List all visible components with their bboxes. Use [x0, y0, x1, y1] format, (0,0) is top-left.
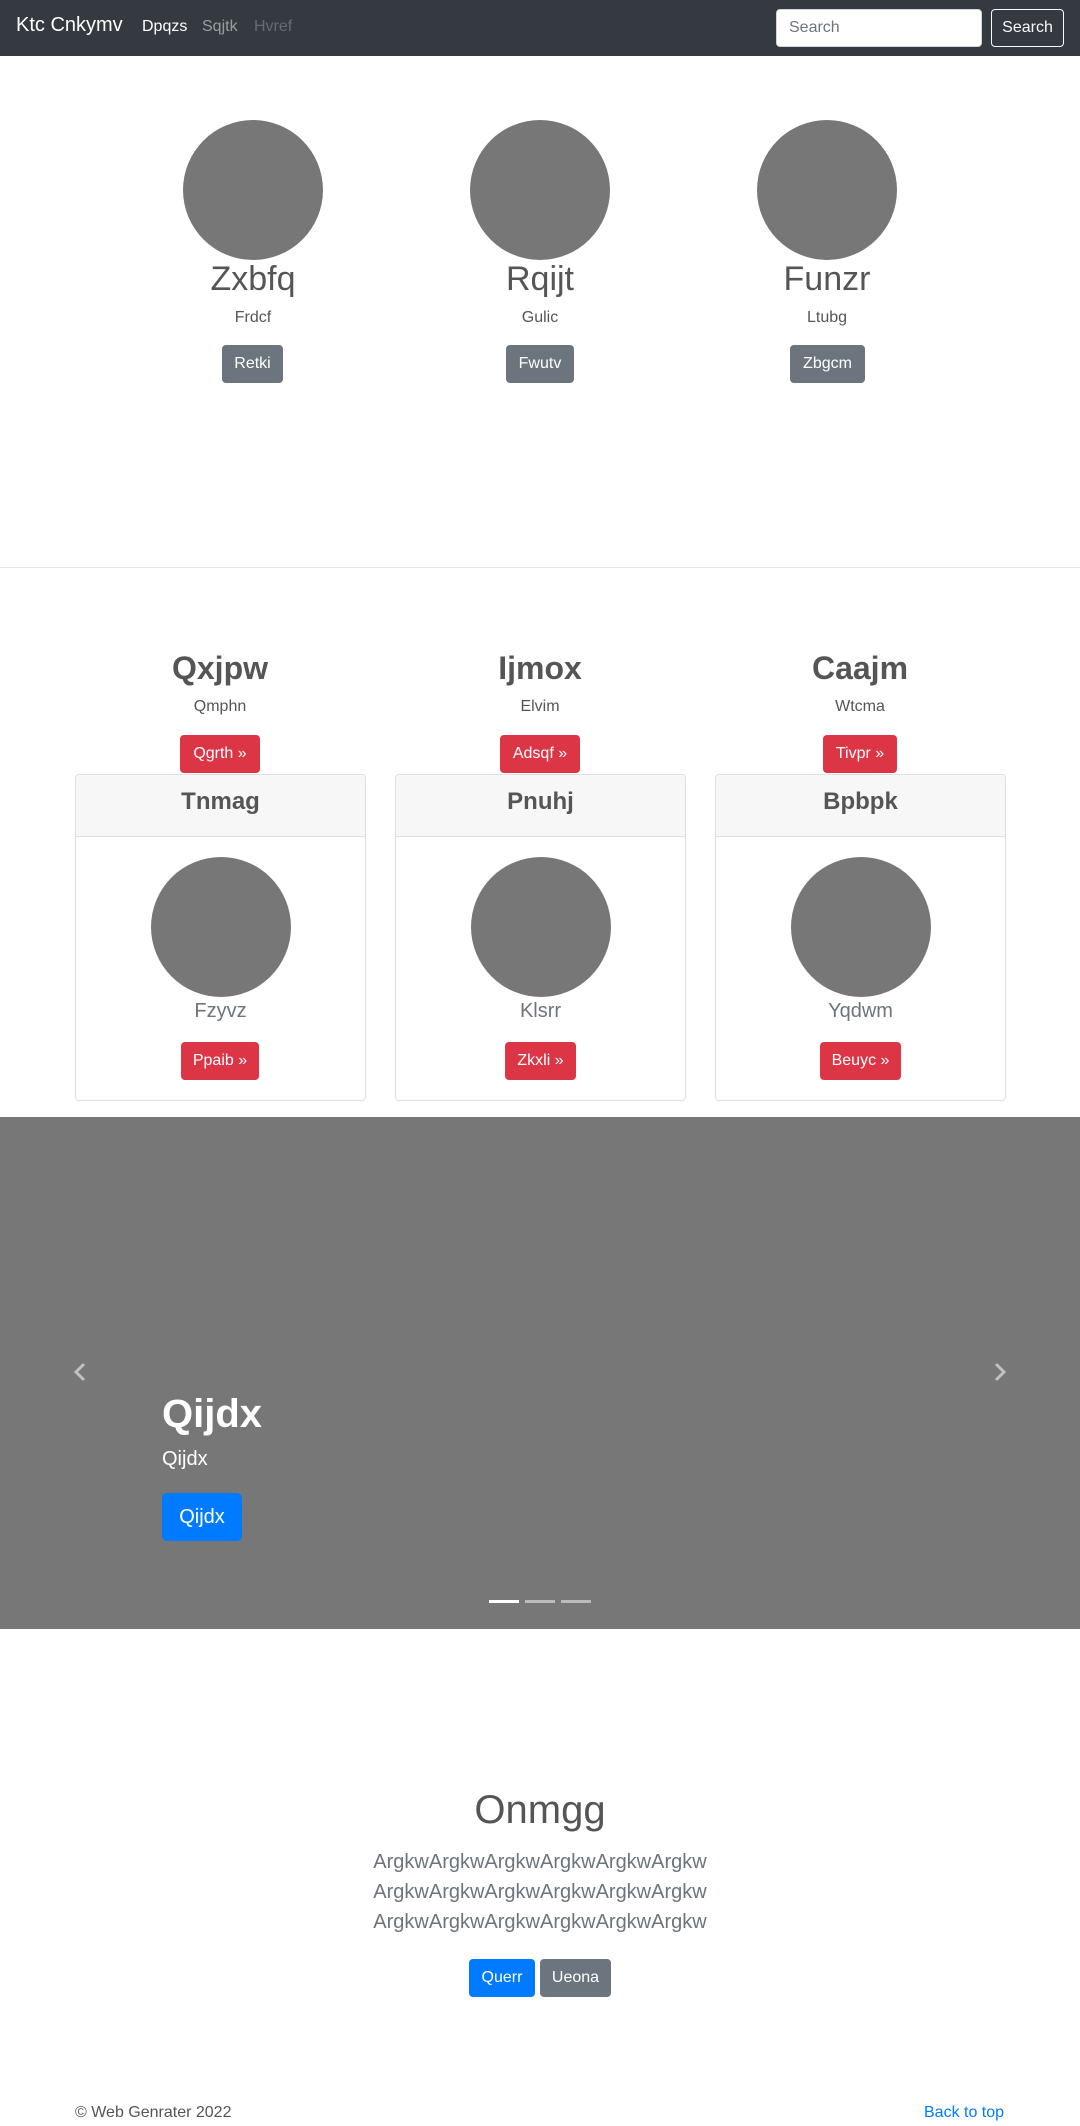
- search-button[interactable]: Search: [991, 9, 1064, 47]
- carousel-button[interactable]: Qijdx: [162, 1493, 242, 1541]
- feature-text-3: Wtcma: [835, 698, 885, 715]
- card-text: Yqdwm: [828, 1000, 893, 1022]
- brand[interactable]: Ktc Cnkymv: [16, 14, 123, 37]
- carousel-title: Qijdx: [162, 1392, 263, 1436]
- team-avatar-1: [183, 120, 323, 260]
- hero-secondary-button[interactable]: Ueona: [540, 1959, 611, 1997]
- chevron-right-icon[interactable]: [987, 1360, 1011, 1384]
- card-image: [791, 857, 931, 997]
- card-1: Tnmag Fzyvz Ppaib »: [75, 774, 366, 1101]
- back-to-top-link[interactable]: Back to top: [924, 2104, 1004, 2122]
- footer-copyright: © Web Genrater 2022: [75, 2104, 232, 2121]
- card-image: [471, 857, 611, 997]
- feature-text-1: Qmphn: [193, 698, 247, 715]
- carousel-subtitle: Qijdx: [162, 1448, 208, 1470]
- carousel-indicator-3[interactable]: [561, 1600, 591, 1603]
- card-button[interactable]: Ppaib »: [181, 1042, 259, 1080]
- navbar: Ktc Cnkymv Dpqzs Sqjtk Hvref Search: [0, 0, 1080, 56]
- card-text: Klsrr: [519, 1000, 562, 1022]
- feature-title-2: Ijmox: [498, 650, 582, 686]
- nav-link-1[interactable]: Dpqzs: [142, 18, 187, 36]
- team-button-3[interactable]: Zbgcm: [790, 345, 865, 383]
- team-role-1: Frdcf: [234, 309, 272, 326]
- feature-button-3[interactable]: Tivpr »: [823, 735, 897, 773]
- card-button[interactable]: Zkxli »: [505, 1042, 576, 1080]
- card-title: Tnmag: [181, 788, 260, 815]
- nav-link-3-disabled: Hvref: [254, 18, 293, 35]
- carousel-indicator-1[interactable]: [489, 1600, 519, 1603]
- hero-line-1: ArgkwArgkwArgkwArgkwArgkwArgkw: [373, 1851, 707, 1873]
- card-2: Pnuhj Klsrr Zkxli »: [395, 774, 686, 1101]
- team-role-2: Gulic: [521, 309, 559, 326]
- feature-title-1: Qxjpw: [171, 650, 268, 686]
- card-button[interactable]: Beuyc »: [820, 1042, 901, 1080]
- card-image: [151, 857, 291, 997]
- card-header: Bpbpk: [716, 775, 1005, 837]
- section-divider: [0, 567, 1080, 568]
- hero-lead: ArgkwArgkwArgkwArgkwArgkwArgkw ArgkwArgk…: [0, 1847, 1080, 1937]
- carousel-indicator-2[interactable]: [525, 1600, 555, 1603]
- carousel: Qijdx Qijdx Qijdx: [0, 1117, 1080, 1629]
- card-title: Bpbpk: [823, 788, 898, 815]
- team-button-2[interactable]: Fwutv: [506, 345, 574, 383]
- feature-title-3: Caajm: [811, 650, 909, 686]
- team-name-1: Zxbfq: [210, 260, 296, 298]
- card-3: Bpbpk Yqdwm Beuyc »: [715, 774, 1006, 1101]
- nav-link-2[interactable]: Sqjtk: [202, 18, 238, 36]
- card-text: Fzyvz: [194, 1000, 247, 1022]
- team-name-2: Rqijt: [505, 260, 575, 298]
- search-input[interactable]: [776, 9, 982, 47]
- team-name-3: Funzr: [783, 260, 871, 298]
- card-title: Pnuhj: [507, 788, 574, 815]
- team-role-3: Ltubg: [806, 309, 848, 326]
- hero-title: Onmgg: [474, 1788, 606, 1832]
- team-avatar-2: [470, 120, 610, 260]
- card-header: Pnuhj: [396, 775, 685, 837]
- card-header: Tnmag: [76, 775, 365, 837]
- feature-button-2[interactable]: Adsqf »: [500, 735, 580, 773]
- hero-primary-button[interactable]: Querr: [469, 1959, 535, 1997]
- feature-text-2: Elvim: [520, 698, 560, 715]
- chevron-left-icon[interactable]: [69, 1360, 93, 1384]
- feature-button-1[interactable]: Qgrth »: [180, 735, 260, 773]
- hero-line-2: ArgkwArgkwArgkwArgkwArgkwArgkw: [373, 1881, 707, 1903]
- hero-line-3: ArgkwArgkwArgkwArgkwArgkwArgkw: [373, 1911, 707, 1933]
- team-avatar-3: [757, 120, 897, 260]
- team-button-1[interactable]: Retki: [222, 345, 283, 383]
